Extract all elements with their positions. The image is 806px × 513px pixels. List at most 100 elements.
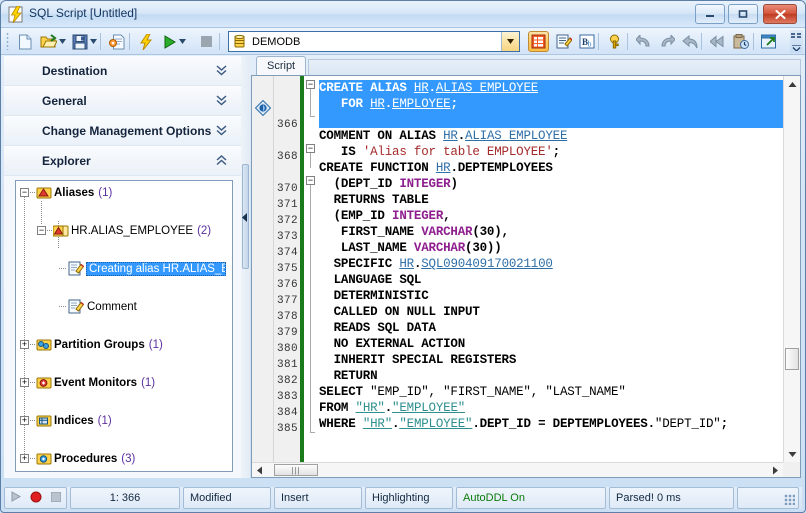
save-dropdown-arrow-icon[interactable] [88,31,99,52]
line-number: 384 [276,407,298,419]
section-change-management-options[interactable]: Change Management Options [4,116,241,146]
code-line: SELECT "EMP_ID", "FIRST_NAME", "LAST_NAM… [319,385,626,399]
tree-item-partition-groups[interactable]: + Partition Groups (1) [16,335,232,354]
tree-item-indices[interactable]: + Indices (1) [16,411,232,430]
tree-item-label: Comment [87,300,137,313]
minimize-button[interactable] [695,4,725,24]
scroll-right-arrow-icon[interactable] [768,463,783,477]
stop-square-icon[interactable] [196,31,217,52]
code-line: (EMP_ID INTEGER, [319,209,451,223]
fold-guide [310,153,311,168]
close-button[interactable] [763,4,797,24]
parse-lightning-icon[interactable] [135,31,156,52]
tree-item-comment[interactable]: Comment [16,297,232,316]
section-general[interactable]: General [4,86,241,116]
run-dropdown-arrow-icon[interactable] [177,31,188,52]
code-line: INHERIT SPECIAL REGISTERS [319,353,517,367]
redo-arrow-icon[interactable] [656,31,677,52]
status-highlighting: Highlighting [365,487,453,509]
tree-item-event-monitors[interactable]: + Event Monitors (1) [16,373,232,392]
new-script-icon[interactable] [15,31,36,52]
section-destination[interactable]: Destination [4,56,241,86]
editor-vertical-scrollbar[interactable] [783,76,800,462]
editor-code-area[interactable]: CREATE ALIAS HR.ALIAS_EMPLOYEE FOR HR.EM… [319,76,783,462]
play-icon[interactable] [10,491,21,505]
edit-note-icon[interactable] [553,31,574,52]
toolbar-overflow-button[interactable] [790,30,803,53]
scroll-up-arrow-icon[interactable] [784,76,800,92]
find-replace-bb-icon[interactable]: B b [576,31,597,52]
fold-toggle-icon[interactable]: − [306,80,315,89]
expand-toggle-icon[interactable]: + [20,340,29,349]
tab-script[interactable]: Script [256,56,307,75]
fold-guide [310,116,315,117]
code-editor[interactable]: 366 368 370 371 372 373 374 375 376 377 … [251,75,801,478]
code-line: CALLED ON NULL INPUT [319,305,480,319]
line-number: 375 [276,263,298,275]
tab-label: Script [267,60,296,72]
statement-icon [68,261,85,276]
maximize-button[interactable] [728,4,758,24]
record-icon[interactable] [30,491,42,506]
chevron-up-icon[interactable] [215,154,227,168]
expand-toggle-icon[interactable]: + [20,416,29,425]
editor-info-gutter[interactable] [252,76,274,477]
section-explorer[interactable]: Explorer [4,146,241,176]
panel-splitter[interactable] [241,56,250,478]
code-line: FIRST_NAME VARCHAR(30), [319,225,509,239]
status-autoddl: AutoDDL On [456,487,606,509]
code-line: CREATE FUNCTION HR.DEPTEMPLOYEES [319,161,553,175]
database-combo[interactable]: DEMODB [228,31,520,52]
tree-guide [59,306,67,307]
section-title: Explorer [42,153,91,168]
rewind-arrow-icon[interactable] [707,31,728,52]
status-resize-grip[interactable] [737,487,799,509]
collapse-toggle-icon[interactable]: − [20,188,29,197]
status-bar: 1: 366 Modified Insert Highlighting Auto… [4,487,802,509]
fold-toggle-icon[interactable]: − [306,176,315,185]
code-line: COMMENT ON ALIAS HR.ALIAS_EMPLOYEE [319,129,568,143]
back-arrow-icon[interactable] [679,31,700,52]
paste-clock-icon[interactable] [730,31,751,52]
collapse-panel-arrow-icon[interactable] [242,213,248,224]
scroll-down-arrow-icon[interactable] [784,446,800,462]
explorer-toggle-icon[interactable] [528,31,549,52]
object-tree[interactable]: − Aliases (1) − HR.ALIAS_EMPLOYEE (2) Cr… [15,180,233,472]
code-line: LAST_NAME VARCHAR(30)) [319,241,502,255]
status-modified: Modified [183,487,271,509]
script-properties-icon[interactable] [106,31,127,52]
vertical-scroll-thumb[interactable] [785,348,799,370]
toolbar-grip[interactable] [6,32,9,50]
undo-arrow-icon[interactable] [633,31,654,52]
code-line: DETERMINISTIC [319,289,429,303]
expand-toggle-icon[interactable]: + [20,454,29,463]
fold-toggle-icon[interactable]: − [306,144,315,153]
chevron-down-icon[interactable] [215,124,227,138]
chevron-down-icon[interactable] [501,32,519,51]
tree-item-aliases[interactable]: − Aliases (1) [16,183,232,202]
save-disk-icon[interactable] [69,31,90,52]
info-bullet-icon[interactable] [254,99,272,119]
collapse-toggle-icon[interactable]: − [37,226,46,235]
tree-item-label: Partition Groups [54,338,145,351]
open-folder-icon[interactable] [38,31,59,52]
toolbar-separator [701,33,702,50]
line-number: 381 [276,359,298,371]
open-dropdown-arrow-icon[interactable] [57,31,68,52]
chevron-down-icon[interactable] [215,64,227,78]
main-toolbar: DEMODB B b [1,28,805,55]
tree-item-label: HR.ALIAS_EMPLOYEE [71,224,194,237]
code-line: LANGUAGE SQL [319,273,422,287]
chevron-down-icon[interactable] [215,94,227,108]
scroll-left-arrow-icon[interactable] [252,463,267,477]
tree-item-procedures[interactable]: + Procedures (3) [16,449,232,468]
horizontal-scroll-thumb[interactable]: ||| [274,464,318,476]
expand-toggle-icon[interactable]: + [20,378,29,387]
tree-item-creating-alias[interactable]: Creating alias HR.ALIAS_EM [16,259,232,278]
open-external-window-icon[interactable] [759,31,780,52]
editor-fold-column[interactable]: − − − [304,76,319,477]
editor-horizontal-scrollbar[interactable]: ||| [252,462,783,477]
stop-icon[interactable] [50,491,62,505]
tree-item-hr-alias-employee[interactable]: − HR.ALIAS_EMPLOYEE (2) [16,221,232,240]
key-icon[interactable] [604,31,625,52]
